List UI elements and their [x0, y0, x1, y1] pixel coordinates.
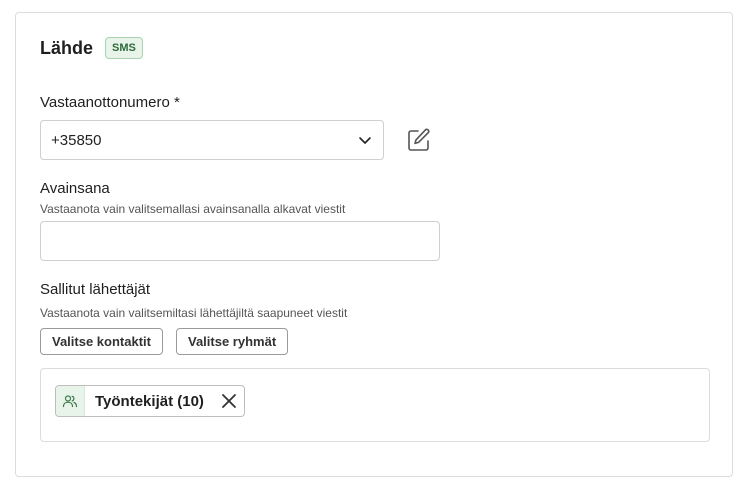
selected-senders-area: Työntekijät (10) [40, 368, 710, 442]
select-groups-button[interactable]: Valitse ryhmät [176, 328, 289, 355]
sender-chip-label: Työntekijät (10) [95, 392, 204, 410]
keyword-input[interactable] [40, 221, 440, 261]
edit-icon[interactable] [406, 127, 432, 153]
receiving-number-select[interactable]: +35850 [40, 120, 384, 160]
close-icon[interactable] [214, 386, 244, 416]
section-title: Lähde [40, 37, 94, 58]
receiving-number-value: +35850 [51, 131, 102, 149]
section-header: Lähde SMS [40, 37, 143, 59]
group-icon [56, 386, 85, 416]
keyword-label: Avainsana [40, 180, 110, 197]
channel-badge: SMS [105, 37, 143, 59]
receiving-number-label: Vastaanottonumero * [40, 94, 180, 111]
allowed-senders-help: Vastaanota vain valitsemiltasi lähettäji… [40, 306, 348, 320]
allowed-senders-label: Sallitut lähettäjät [40, 281, 151, 298]
chevron-down-icon [359, 137, 371, 144]
source-card: Lähde SMS Vastaanottonumero * +35850 Ava… [15, 12, 733, 477]
sender-chip: Työntekijät (10) [55, 385, 245, 417]
select-contacts-button[interactable]: Valitse kontaktit [40, 328, 163, 355]
keyword-help: Vastaanota vain valitsemallasi avainsana… [40, 202, 346, 216]
